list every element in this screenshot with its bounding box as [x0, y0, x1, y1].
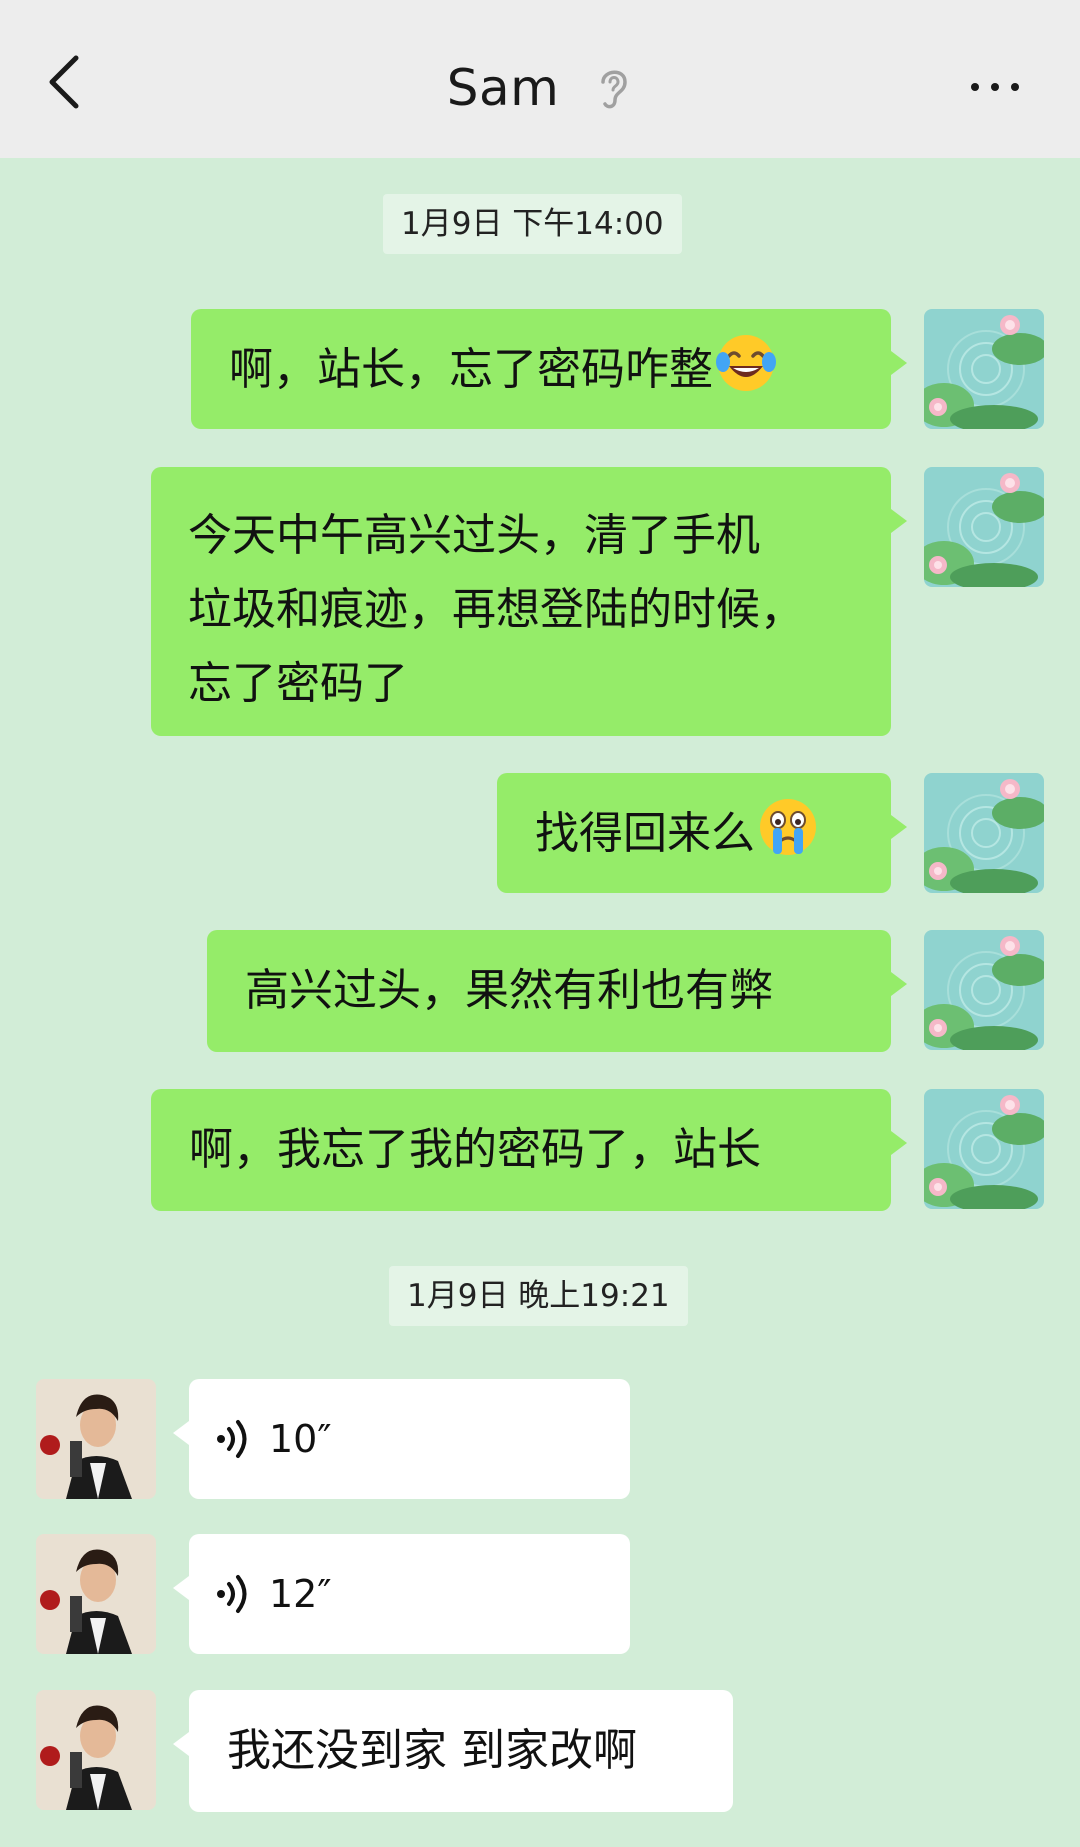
lotus-avatar-image [924, 773, 1044, 893]
portrait-avatar-image [36, 1534, 156, 1654]
lotus-avatar-image [924, 930, 1044, 1050]
more-icon [971, 83, 979, 91]
voice-message-bubble[interactable]: 10″ [173, 1379, 630, 1499]
tears-of-joy-emoji-icon [716, 335, 776, 391]
chat-title: Sam [446, 59, 560, 117]
contact-avatar[interactable] [36, 1379, 156, 1499]
voice-message-bubble[interactable]: 12″ [173, 1534, 630, 1654]
voice-duration: 10″ [269, 1417, 332, 1461]
message-line: 今天中午高兴过头，清了手机 [188, 510, 760, 561]
message-text: 高兴过头，果然有利也有弊 [245, 965, 773, 1016]
lotus-avatar-image [924, 467, 1044, 587]
portrait-avatar-image [36, 1379, 156, 1499]
more-button[interactable] [960, 72, 1030, 102]
portrait-avatar-image [36, 1690, 156, 1810]
title-area: Sam [0, 56, 1080, 120]
message-text: 我还没到家 到家改啊 [227, 1725, 637, 1776]
timestamp: 1月9日 晚上19:21 [389, 1266, 688, 1326]
message-line: 忘了密码了 [188, 658, 408, 709]
timestamp: 1月9日 下午14:00 [383, 194, 682, 254]
voice-wave-icon [217, 1575, 247, 1613]
message-text: 啊，站长，忘了密码咋整 [229, 344, 713, 395]
ear-icon[interactable] [595, 64, 633, 112]
voice-message: 12″ [189, 1534, 630, 1654]
my-avatar[interactable] [924, 309, 1044, 429]
contact-avatar[interactable] [36, 1534, 156, 1654]
chat-header: Sam [0, 0, 1080, 158]
contact-avatar[interactable] [36, 1690, 156, 1810]
voice-message: 10″ [189, 1379, 630, 1499]
my-avatar[interactable] [924, 930, 1044, 1050]
voice-duration: 12″ [269, 1572, 332, 1616]
voice-wave-icon [217, 1420, 247, 1458]
crying-face-emoji-icon [760, 799, 816, 855]
message-bubble-outgoing[interactable]: 今天中午高兴过头，清了手机 垃圾和痕迹，再想登陆的时候， 忘了密码了 [151, 467, 907, 736]
message-text: 啊，我忘了我的密码了，站长 [189, 1124, 761, 1175]
message-line: 垃圾和痕迹，再想登陆的时候， [188, 584, 804, 635]
message-bubble-incoming[interactable]: 我还没到家 到家改啊 [173, 1690, 733, 1812]
message-bubble-outgoing[interactable]: 啊，站长，忘了密码咋整 [191, 309, 907, 429]
message-bubble-outgoing[interactable]: 找得回来么 [497, 773, 907, 893]
my-avatar[interactable] [924, 773, 1044, 893]
my-avatar[interactable] [924, 1089, 1044, 1209]
lotus-avatar-image [924, 309, 1044, 429]
message-bubble-outgoing[interactable]: 啊，我忘了我的密码了，站长 [151, 1089, 907, 1211]
lotus-avatar-image [924, 1089, 1044, 1209]
message-bubble-outgoing[interactable]: 高兴过头，果然有利也有弊 [207, 930, 907, 1052]
message-text: 找得回来么 [535, 808, 755, 859]
my-avatar[interactable] [924, 467, 1044, 587]
